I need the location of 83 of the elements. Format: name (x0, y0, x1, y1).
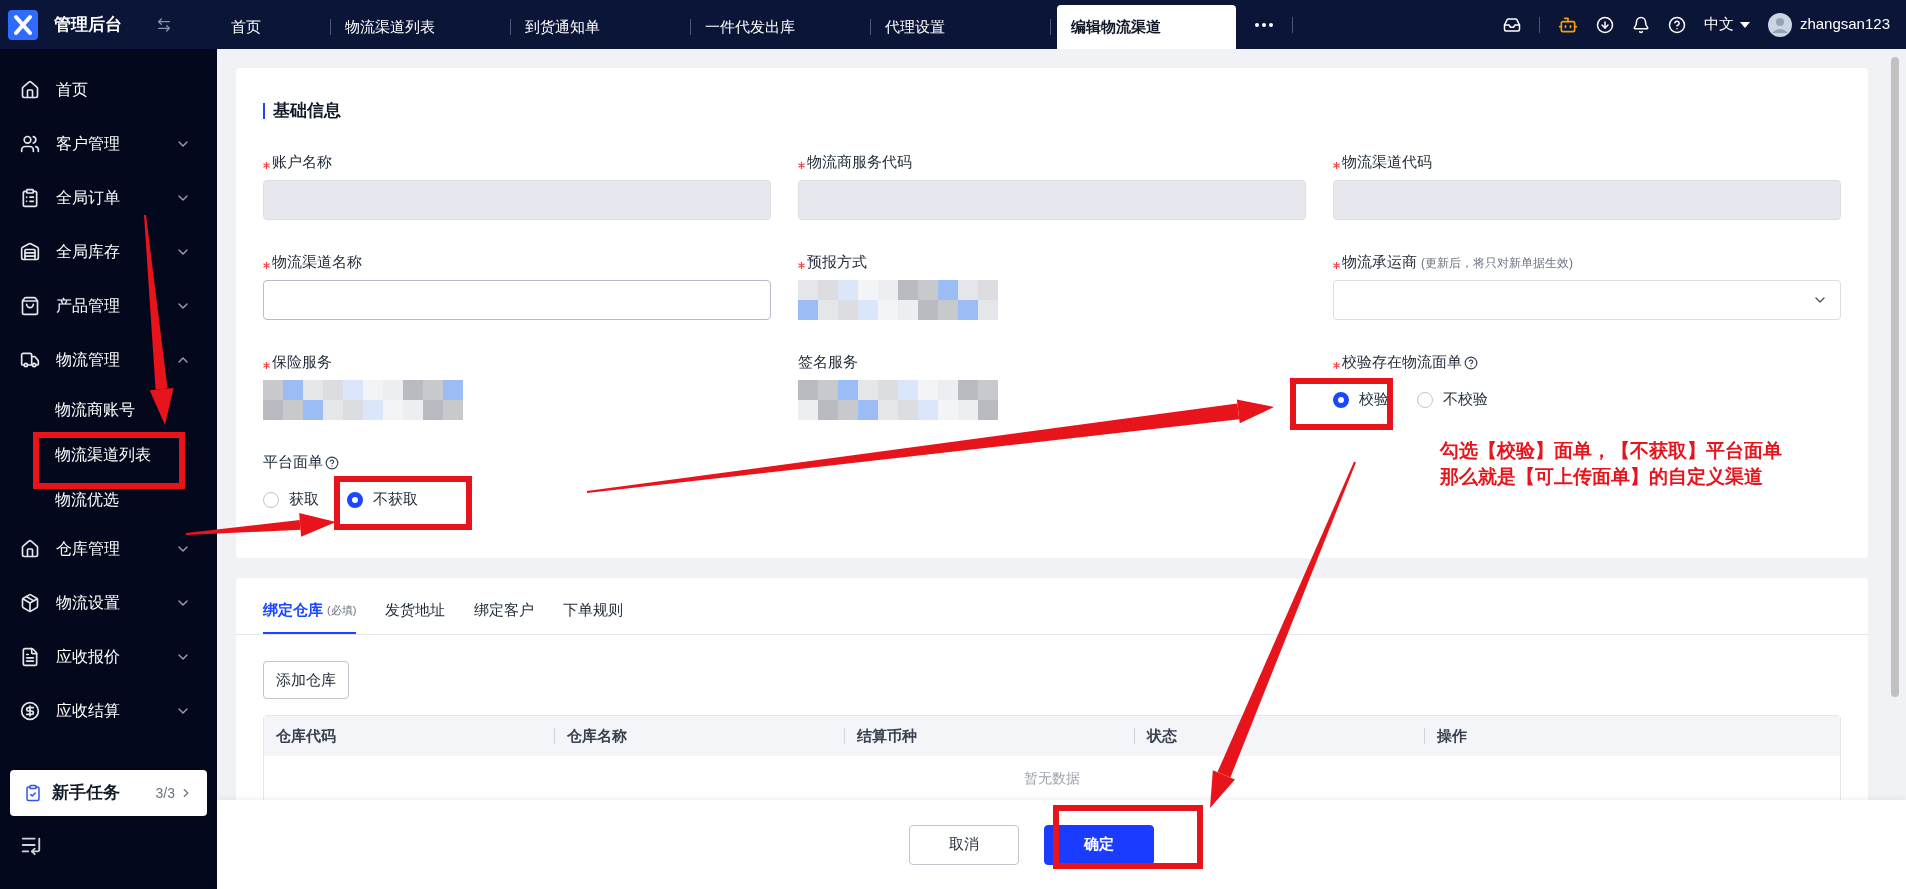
section-tab[interactable]: 绑定客户 (474, 589, 535, 634)
confirm-button[interactable]: 确定 (1044, 824, 1154, 865)
column-header: 状态 (1147, 725, 1177, 746)
help-icon[interactable] (1464, 355, 1478, 370)
add-warehouse-button[interactable]: 添加仓库 (263, 661, 349, 699)
section-title: 基础信息 (273, 100, 341, 122)
radio-unselected[interactable] (1417, 391, 1433, 408)
sidebar-item[interactable]: 物流管理 (0, 333, 217, 387)
sidebar-item[interactable]: 应收结算 (0, 684, 217, 738)
sidebar-item[interactable]: 全局订单 (0, 171, 217, 225)
menu-icon (20, 296, 40, 316)
user-name[interactable]: zhangsan123 (1799, 13, 1890, 36)
sidebar-item[interactable]: 物流设置 (0, 576, 217, 630)
page-tab[interactable]: 物流渠道列表 (331, 5, 510, 49)
page-tab[interactable]: 到货通知单 (511, 5, 690, 49)
field-label: 校验存在物流面单 (1342, 352, 1462, 373)
radio-label[interactable]: 获取 (289, 488, 319, 511)
field-hint: (更新后，将只对新单据生效) (1421, 254, 1573, 272)
avatar-icon[interactable] (1767, 12, 1792, 37)
menu-icon (20, 188, 40, 208)
sidebar-item[interactable]: 产品管理 (0, 279, 217, 333)
field-label: 保险服务 (272, 352, 332, 373)
cancel-button[interactable]: 取消 (909, 824, 1019, 865)
field-label: 物流渠道代码 (1342, 152, 1432, 173)
radio-label[interactable]: 校验 (1359, 388, 1389, 411)
sidebar-subitem[interactable]: 物流商账号 (55, 397, 135, 422)
page-tab[interactable]: 一件代发出库 (691, 5, 870, 49)
radio-selected[interactable] (1333, 391, 1349, 408)
radio-label[interactable]: 不校验 (1443, 388, 1488, 411)
sidebar-item[interactable]: 全局库存 (0, 225, 217, 279)
menu-icon (20, 647, 40, 667)
column-header: 操作 (1437, 725, 1467, 746)
task-label: 新手任务 (52, 782, 121, 805)
section-tab[interactable]: 下单规则 (563, 589, 624, 634)
more-tabs-icon[interactable] (1254, 21, 1274, 28)
field-label: 签名服务 (798, 352, 858, 373)
app-title: 管理后台 (54, 13, 122, 36)
scrollbar[interactable] (1891, 57, 1899, 697)
sidebar-item[interactable]: 应收报价 (0, 630, 217, 684)
field-label: 物流商服务代码 (807, 152, 912, 173)
menu-icon (20, 539, 40, 559)
empty-text: 暂无数据 (1024, 769, 1080, 788)
select-field[interactable] (1333, 279, 1841, 320)
menu-icon (20, 593, 40, 613)
language-select[interactable]: 中文 (1703, 13, 1750, 36)
inbox-icon[interactable] (1502, 15, 1521, 34)
menu-icon (20, 701, 40, 721)
page-tab[interactable]: 首页 (217, 5, 330, 49)
radio-unselected[interactable] (263, 491, 279, 508)
task-card[interactable]: 新手任务 3/3 (10, 770, 207, 816)
sidebar-subitem[interactable]: 物流优选 (55, 487, 119, 512)
sidebar-item[interactable]: 首页 (0, 63, 217, 117)
radio-label[interactable]: 不获取 (373, 488, 418, 511)
notification-icon[interactable] (1631, 15, 1650, 34)
section-tab[interactable]: 发货地址 (385, 589, 446, 634)
column-header: 仓库名称 (567, 725, 627, 746)
collapse-toggle-icon[interactable] (156, 16, 172, 33)
field-label: 物流承运商 (1342, 252, 1417, 273)
column-header: 结算币种 (857, 725, 917, 746)
field-label: 物流渠道名称 (272, 252, 362, 273)
field-label: 账户名称 (272, 152, 332, 173)
clipboard-icon (24, 784, 42, 802)
field-label: 预报方式 (807, 252, 867, 273)
sidebar-item[interactable]: 客户管理 (0, 117, 217, 171)
column-header: 仓库代码 (276, 725, 336, 746)
menu-icon (20, 134, 40, 154)
page-tab[interactable]: 代理设置 (871, 5, 1050, 49)
download-icon[interactable] (1595, 15, 1614, 34)
menu-icon (20, 350, 40, 370)
menu-icon (20, 80, 40, 100)
field-label: 平台面单 (263, 452, 323, 473)
logo-icon (8, 9, 38, 40)
sidebar-subitem[interactable]: 物流渠道列表 (55, 442, 151, 467)
caret-icon (1739, 21, 1750, 28)
radio-selected[interactable] (347, 491, 363, 508)
help-icon[interactable] (325, 455, 339, 470)
section-tab[interactable]: 绑定仓库 (必填) (263, 589, 357, 634)
page-tab[interactable]: 编辑物流渠道 (1057, 5, 1236, 49)
sidebar-item[interactable]: 仓库管理 (0, 522, 217, 576)
menu-icon (20, 242, 40, 262)
annotation-text: 勾选【校验】面单，【不获取】平台面单 那么就是【可上传面单】的自定义渠道 (1440, 438, 1783, 489)
input-field[interactable] (263, 279, 771, 320)
task-count: 3/3 (155, 783, 175, 803)
